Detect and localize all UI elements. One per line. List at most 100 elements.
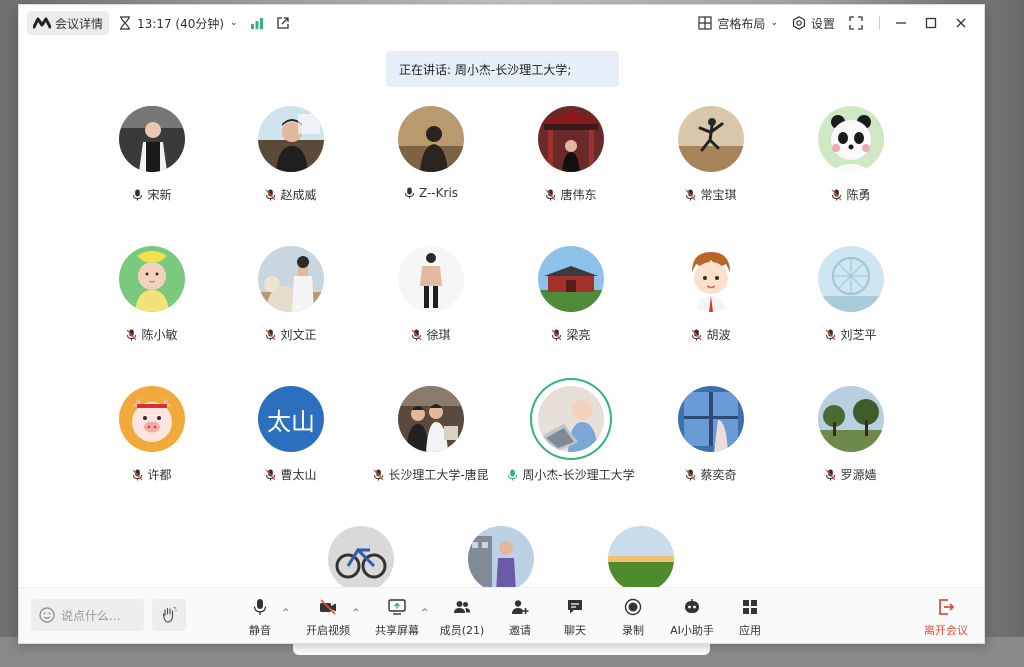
meeting-detail-label: 会议详情 [55, 16, 104, 31]
participant-name: 徐琪 [426, 328, 451, 342]
close-icon[interactable] [954, 16, 968, 30]
speaking-indicator: 正在讲话: 周小杰-长沙理工大学; [386, 51, 619, 87]
title-bar: 会议详情 13:17 (40分钟) ⌄ 宫格布局 ⌄ 设置 [19, 5, 984, 41]
mic-icon [404, 187, 415, 199]
settings-button[interactable]: 设置 [792, 15, 835, 32]
exit-icon [939, 599, 955, 615]
add-user-icon [512, 600, 529, 614]
participant-name-row: 陈勇 [761, 186, 941, 203]
meeting-toolbar: 说点什么... 静音 ^ 开启视频 ^ 共享屏幕 ^ 成员(21) 邀请 聊天 … [19, 587, 984, 643]
participant-avatar [119, 386, 185, 452]
timer-text: 13:17 (40分钟) [137, 16, 225, 31]
mute-options-chevron-icon[interactable]: ^ [282, 608, 290, 618]
mic-muted-icon [265, 469, 276, 481]
participant-name: 陈勇 [846, 188, 871, 202]
ai-assistant-button[interactable]: AI小助手 [662, 598, 722, 638]
meeting-window: 宋新 赵成威 Z--Kris 唐伟东 常宝琪 陈勇 陈小敏 刘文正 徐琪 梁亮 胡波 刘芝平 许都 太山曹… [18, 4, 985, 644]
participant-avatar [258, 106, 324, 172]
participant-avatar [119, 246, 185, 312]
participant-avatar [468, 526, 534, 587]
members-button[interactable]: 成员(21) [432, 598, 492, 638]
participant-name: Z--Kris [418, 186, 459, 200]
divider [879, 16, 880, 30]
mic-muted-icon [831, 189, 842, 201]
participant-avatar [258, 246, 324, 312]
mic-muted-icon [545, 189, 556, 201]
participant-avatar [398, 246, 464, 312]
share-options-chevron-icon[interactable]: ^ [421, 608, 429, 618]
participant-avatar [818, 246, 884, 312]
mic-muted-icon [411, 329, 422, 341]
grid-layout-button[interactable]: 宫格布局 ⌄ [698, 15, 778, 32]
participant-avatar [818, 386, 884, 452]
participant-name: 赵成威 [280, 188, 317, 202]
ai-assistant-icon [685, 599, 699, 613]
mic-icon [132, 189, 143, 201]
chat-icon [568, 600, 582, 614]
mute-button[interactable]: 静音 [230, 598, 290, 638]
chevron-down-icon: ⌄ [230, 18, 238, 28]
minimize-icon[interactable] [894, 16, 908, 30]
ai-assistant-label: AI小助手 [670, 624, 714, 637]
participant-name: 胡波 [706, 328, 731, 342]
microphone-icon [253, 599, 267, 615]
start-video-button[interactable]: 开启视频 [298, 598, 358, 638]
participant-name: 陈小敏 [141, 328, 178, 342]
settings-label: 设置 [810, 16, 835, 31]
participant-name: 刘文正 [280, 328, 317, 342]
participant-name: 常宝琪 [700, 188, 737, 202]
mic-muted-icon [265, 329, 276, 341]
apps-button[interactable]: 应用 [720, 598, 780, 638]
chat-input[interactable]: 说点什么... [31, 599, 144, 631]
chat-button[interactable]: 聊天 [545, 598, 605, 638]
mic-muted-icon [691, 329, 702, 341]
chevron-down-icon: ⌄ [770, 18, 778, 28]
emoji-icon[interactable] [39, 607, 55, 623]
participant-name: 唐伟东 [560, 188, 597, 202]
participant-avatar [678, 246, 744, 312]
share-screen-icon [388, 599, 406, 615]
participant-avatar [538, 246, 604, 312]
tencent-meeting-logo-icon [33, 17, 51, 29]
participant-avatar [119, 106, 185, 172]
mic-muted-icon [685, 189, 696, 201]
participant-avatar: 太山 [258, 386, 324, 452]
video-options-chevron-icon[interactable]: ^ [352, 608, 360, 618]
network-signal-icon[interactable] [250, 17, 264, 29]
leave-meeting-button[interactable]: 离开会议 [916, 598, 976, 638]
participant-avatar [398, 106, 464, 172]
participant-name: 长沙理工大学-唐昆 [388, 468, 489, 482]
share-screen-button[interactable]: 共享屏幕 [367, 598, 427, 638]
participant-name-row: 刘芝平 [761, 326, 941, 343]
mic-muted-icon [825, 329, 836, 341]
meeting-detail-button[interactable]: 会议详情 [27, 11, 110, 35]
popout-window-icon[interactable] [276, 16, 290, 30]
raise-hand-button[interactable] [152, 599, 186, 631]
meeting-timer[interactable]: 13:17 (40分钟) ⌄ [119, 15, 238, 32]
mic-muted-icon [685, 469, 696, 481]
grid-layout-label: 宫格布局 [717, 16, 766, 31]
share-screen-label: 共享屏幕 [375, 624, 419, 637]
record-button[interactable]: 录制 [603, 598, 663, 638]
participant-grid: 宋新 赵成威 Z--Kris 唐伟东 常宝琪 陈勇 陈小敏 刘文正 徐琪 梁亮 胡波 刘芝平 许都 太山曹… [19, 5, 984, 587]
maximize-icon[interactable] [924, 16, 938, 30]
chat-placeholder: 说点什么... [61, 608, 121, 623]
participant-avatar [678, 386, 744, 452]
record-label: 录制 [622, 624, 644, 637]
participant-avatar [398, 386, 464, 452]
mic-muted-icon [551, 329, 562, 341]
participant-name: 刘芝平 [840, 328, 877, 342]
participant-avatar [818, 106, 884, 172]
participant-avatar [538, 106, 604, 172]
mic-muted-icon [126, 329, 137, 341]
apps-label: 应用 [739, 624, 761, 637]
invite-label: 邀请 [509, 624, 531, 637]
invite-button[interactable]: 邀请 [490, 598, 550, 638]
mic-muted-icon [132, 469, 143, 481]
fullscreen-icon[interactable] [849, 16, 863, 30]
mic-icon [507, 469, 518, 481]
participant-avatar [608, 526, 674, 587]
leave-meeting-label: 离开会议 [924, 624, 968, 637]
participant-name: 许都 [147, 468, 172, 482]
video-off-icon [320, 599, 336, 615]
